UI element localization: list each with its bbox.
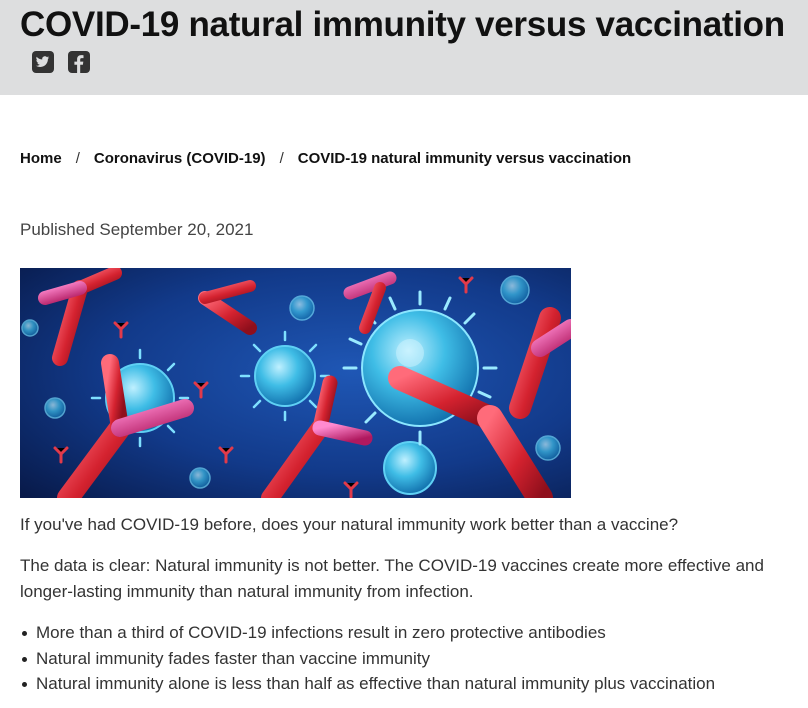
bullet-icon bbox=[22, 682, 27, 687]
twitter-share-link[interactable] bbox=[32, 51, 54, 73]
facebook-share-link[interactable] bbox=[68, 51, 90, 73]
breadcrumb: Home / Coronavirus (COVID-19) / COVID-19… bbox=[20, 150, 631, 167]
list-item-text: More than a third of COVID-19 infections… bbox=[36, 623, 606, 642]
bullet-icon bbox=[22, 656, 27, 662]
list-item: Natural immunity fades faster than vacci… bbox=[20, 646, 715, 672]
breadcrumb-current-page[interactable]: COVID-19 natural immunity versus vaccina… bbox=[298, 150, 631, 167]
intro-paragraph: If you've had COVID-19 before, does your… bbox=[20, 515, 679, 534]
page-header: COVID-19 natural immunity versus vaccina… bbox=[0, 0, 808, 95]
hero-illustration bbox=[20, 268, 571, 498]
hero-image-virus-antibodies bbox=[20, 268, 571, 498]
list-item: Natural immunity alone is less than half… bbox=[20, 671, 715, 697]
breadcrumb-coronavirus-link[interactable]: Coronavirus (COVID-19) bbox=[94, 150, 266, 167]
twitter-icon bbox=[32, 51, 54, 73]
facebook-icon bbox=[68, 51, 90, 73]
social-links bbox=[32, 51, 90, 73]
breadcrumb-home-link[interactable]: Home bbox=[20, 150, 62, 167]
breadcrumb-separator: / bbox=[279, 150, 284, 167]
published-date: Published September 20, 2021 bbox=[20, 220, 254, 239]
list-item: More than a third of COVID-19 infections… bbox=[20, 620, 715, 646]
list-item-text: Natural immunity fades faster than vacci… bbox=[36, 648, 430, 668]
page-title: COVID-19 natural immunity versus vaccina… bbox=[20, 5, 785, 44]
key-points-list: More than a third of COVID-19 infections… bbox=[20, 620, 715, 697]
summary-paragraph: The data is clear: Natural immunity is n… bbox=[20, 556, 764, 601]
list-item-text: Natural immunity alone is less than half… bbox=[36, 674, 716, 693]
breadcrumb-separator: / bbox=[75, 150, 80, 167]
bullet-icon bbox=[22, 631, 27, 636]
